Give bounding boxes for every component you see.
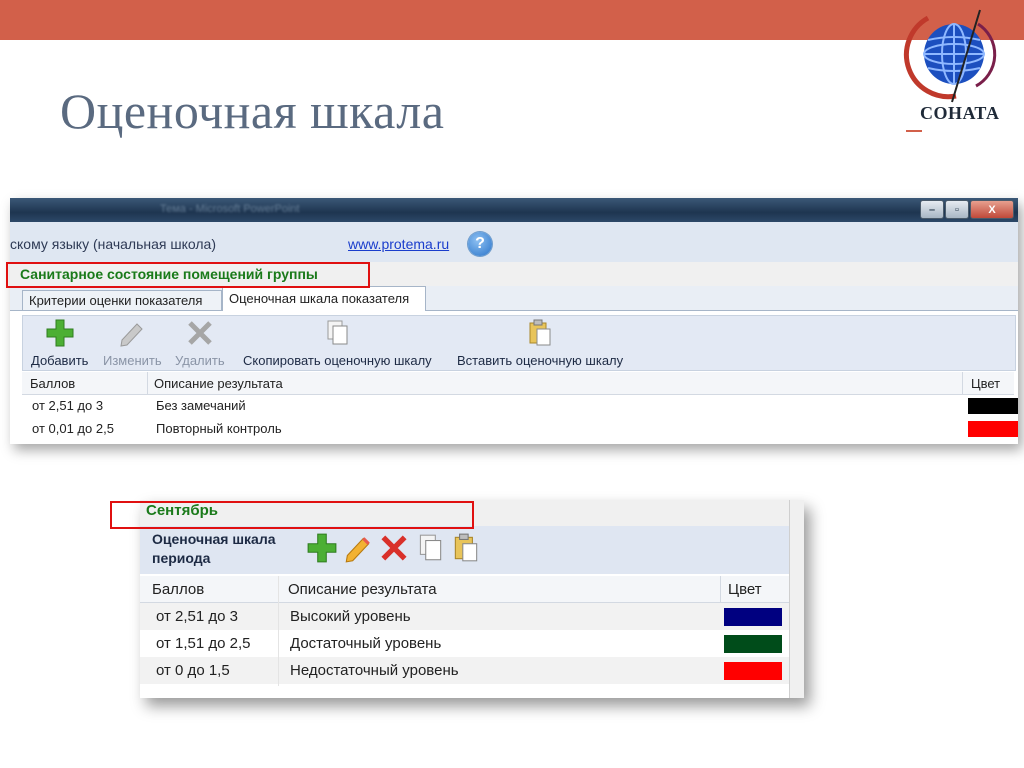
column-color[interactable]: Цвет <box>728 581 762 598</box>
row-score: от 1,51 до 2,5 <box>156 635 251 652</box>
color-swatch <box>968 421 1018 437</box>
tab-strip: Критерии оценки показателя Оценочная шка… <box>10 286 1018 311</box>
row-description: Достаточный уровень <box>290 635 442 652</box>
minimize-button[interactable]: – <box>920 200 944 219</box>
website-link[interactable]: www.protema.ru <box>348 236 449 252</box>
globe-icon <box>903 9 997 103</box>
row-score: от 0,01 до 2,5 <box>32 421 114 436</box>
delete-button[interactable]: Удалить <box>175 318 225 368</box>
slide-title: Оценочная шкала <box>60 83 445 139</box>
restore-button[interactable]: ▫ <box>945 200 969 219</box>
row-description: Недостаточный уровень <box>290 662 459 679</box>
edit-label: Изменить <box>103 353 162 368</box>
toolbar: Добавить Изменить Удалить Скопировать оц… <box>22 315 1016 371</box>
copy-scale-button[interactable]: Скопировать оценочную шкалу <box>243 318 432 368</box>
pencil-icon <box>120 323 144 347</box>
color-swatch <box>968 398 1018 414</box>
app-window-scale-indicator: Тема - Microsoft PowerPoint – ▫ X скому … <box>10 198 1018 444</box>
add-button[interactable] <box>306 532 342 566</box>
logo-text: СОНАТА <box>920 103 1000 123</box>
delete-x-icon <box>188 321 212 345</box>
tab-scale[interactable]: Оценочная шкала показателя <box>222 286 426 311</box>
row-score: от 2,51 до 3 <box>32 398 104 413</box>
row-description: Без замечаний <box>156 398 246 413</box>
slide-top-bar <box>0 0 1024 40</box>
column-color[interactable]: Цвет <box>971 376 1000 391</box>
period-toolbar-icons <box>306 532 486 566</box>
highlight-box-section <box>6 262 370 288</box>
row-description: Повторный контроль <box>156 421 282 436</box>
plus-icon <box>46 319 74 347</box>
period-scale-label-line1: Оценочная шкала <box>152 531 276 547</box>
table-header: Баллов Описание результата Цвет <box>140 576 790 603</box>
delete-label: Удалить <box>175 353 225 368</box>
panel-edge <box>789 500 804 698</box>
paste-scale-label: Вставить оценочную шкалу <box>457 353 624 368</box>
table-row[interactable]: от 2,51 до 3 Без замечаний <box>22 394 1018 417</box>
table-row[interactable]: от 1,51 до 2,5 Достаточный уровень <box>140 630 790 657</box>
column-score[interactable]: Баллов <box>152 581 204 598</box>
paste-scale-button[interactable]: Вставить оценочную шкалу <box>457 318 623 368</box>
row-score: от 2,51 до 3 <box>156 608 239 625</box>
window-titlebar: Тема - Microsoft PowerPoint – ▫ X <box>10 198 1018 222</box>
highlight-box-month <box>110 501 474 529</box>
edit-button[interactable]: Изменить <box>103 318 162 368</box>
delete-x-icon <box>381 535 407 561</box>
column-divider <box>278 576 279 686</box>
color-swatch <box>724 635 782 653</box>
logo-accent <box>906 130 922 132</box>
scale-table: Баллов Описание результата Цвет от 2,51 … <box>22 372 1018 442</box>
period-scale-label: Оценочная шкала периода <box>152 530 276 568</box>
period-scale-table: Баллов Описание результата Цвет от 2,51 … <box>140 576 790 696</box>
period-toolbar: Оценочная шкала периода <box>140 526 790 574</box>
table-header: Баллов Описание результата Цвет <box>22 372 1014 395</box>
table-row[interactable]: от 2,51 до 3 Высокий уровень <box>140 603 790 630</box>
paste-icon <box>454 533 478 562</box>
copy-icon <box>327 320 348 345</box>
help-icon[interactable]: ? <box>468 232 492 256</box>
add-button[interactable]: Добавить <box>31 318 88 368</box>
period-scale-panel: Сентябрь Оценочная шкала периода Баллов … <box>140 500 804 698</box>
table-row[interactable]: от 0,01 до 2,5 Повторный контроль <box>22 417 1018 440</box>
add-label: Добавить <box>31 353 89 368</box>
row-description: Высокий уровень <box>290 608 411 625</box>
paste-button[interactable] <box>450 532 486 566</box>
paste-icon <box>529 319 551 346</box>
column-description[interactable]: Описание результата <box>288 581 437 598</box>
plus-icon <box>307 533 337 563</box>
edit-button[interactable] <box>342 532 378 566</box>
window-title: Тема - Microsoft PowerPoint <box>160 203 300 215</box>
row-score: от 0 до 1,5 <box>156 662 230 679</box>
info-bar: скому языку (начальная школа) www.protem… <box>10 222 1018 262</box>
table-row[interactable]: от 0 до 1,5 Недостаточный уровень <box>140 657 790 684</box>
breadcrumb: скому языку (начальная школа) <box>10 236 216 252</box>
column-description[interactable]: Описание результата <box>154 376 283 391</box>
copy-scale-label: Скопировать оценочную шкалу <box>243 353 432 368</box>
window-controls: – ▫ X <box>919 200 1014 219</box>
delete-button[interactable] <box>378 532 414 566</box>
color-swatch <box>724 662 782 680</box>
pencil-icon <box>345 537 370 563</box>
sonata-logo: СОНАТА <box>898 6 1016 134</box>
color-swatch <box>724 608 782 626</box>
tab-criteria[interactable]: Критерии оценки показателя <box>22 290 222 310</box>
copy-icon <box>419 534 442 561</box>
copy-button[interactable] <box>414 532 450 566</box>
column-score[interactable]: Баллов <box>30 376 75 391</box>
close-button[interactable]: X <box>970 200 1014 219</box>
period-scale-label-line2: периода <box>152 550 211 566</box>
